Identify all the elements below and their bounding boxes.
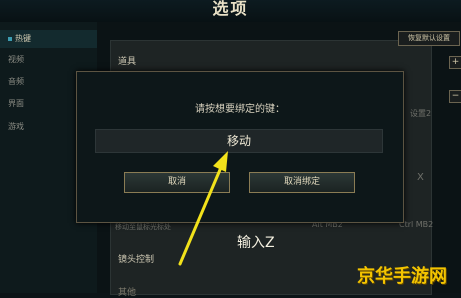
annotation-text: 输入Z (237, 235, 275, 251)
watermark-logo: 京华手游网 (357, 266, 447, 287)
annotation-arrow-icon (178, 151, 228, 266)
